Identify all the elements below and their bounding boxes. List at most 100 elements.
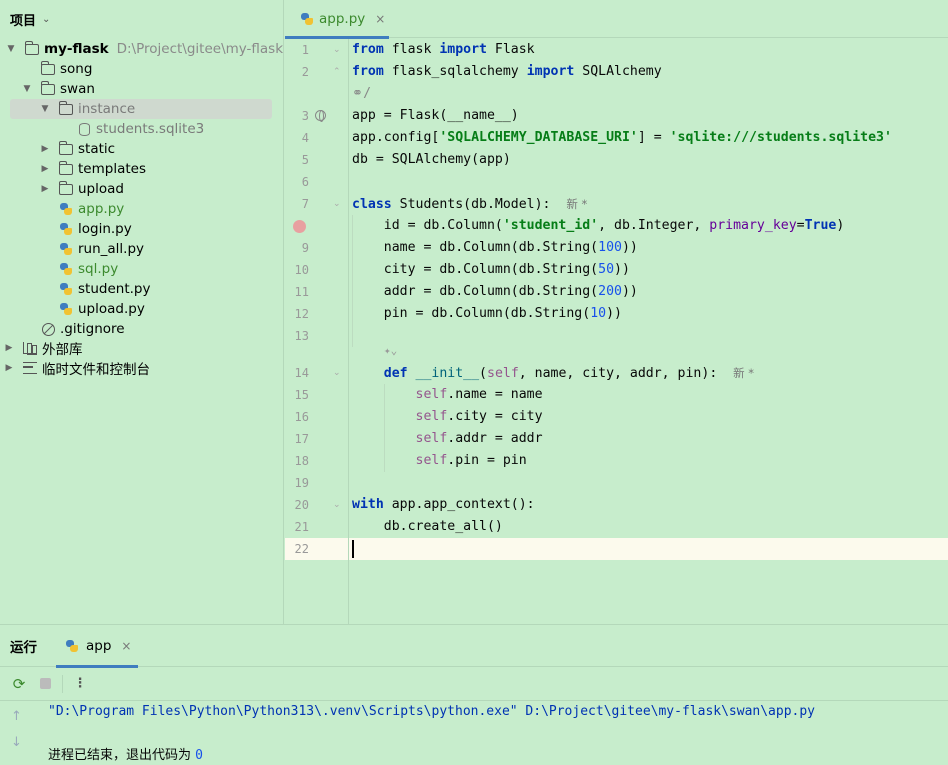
line-number: 4 [301, 131, 309, 145]
tree-item-label: templates [78, 161, 146, 177]
project-panel-header[interactable]: 项目 ⌄ [0, 0, 283, 38]
line-number: 18 [294, 454, 309, 468]
tree-item-song[interactable]: song [40, 59, 284, 79]
code-area[interactable]: from flask import Flask from flask_sqlal… [350, 39, 948, 624]
project-path: D:\Project\gitee\my-flask [116, 41, 284, 57]
python-file-icon [299, 11, 315, 27]
tree-item-label: app.py [78, 201, 125, 217]
fold-marker-icon[interactable]: ⌄ [333, 494, 341, 516]
folder-icon [58, 160, 74, 177]
tree-item-label: 外部库 [42, 342, 83, 358]
tree-item-scratches[interactable]: ▶ 临时文件和控制台 [4, 358, 284, 378]
project-panel-title: 项目 [10, 13, 37, 29]
code-line-16: self.city = city [352, 409, 543, 424]
expand-arrow-icon[interactable]: ▶ [4, 363, 14, 373]
code-line-11: addr = db.Column(db.String(200)) [352, 284, 638, 299]
tree-item-instance[interactable]: ▼ instance [10, 99, 272, 119]
tree-item-label: run_all.py [78, 241, 145, 257]
line-number: 10 [294, 263, 309, 277]
code-line-17: self.addr = addr [352, 431, 543, 446]
code-line-3: app = Flask(__name__) [352, 108, 519, 123]
line-number: 12 [294, 307, 309, 321]
code-line-10: city = db.Column(db.String(50)) [352, 262, 630, 277]
tree-item-label: students.sqlite3 [96, 121, 205, 137]
chevron-down-icon[interactable]: ⌄ [42, 14, 50, 25]
fold-marker-icon[interactable]: ⌃ [333, 61, 341, 83]
tree-item-run-all-py[interactable]: run_all.py [58, 239, 284, 259]
line-number: 3 [301, 109, 309, 123]
python-file-icon [58, 261, 74, 277]
code-line-20: with app.app_context(): [352, 497, 535, 512]
stop-icon[interactable] [36, 675, 54, 693]
web-route-icon[interactable] [315, 110, 326, 122]
expand-arrow-icon[interactable]: ▶ [40, 164, 50, 174]
ignored-file-icon [40, 321, 56, 337]
tree-item-upload[interactable]: ▶ upload [40, 179, 284, 199]
code-line-7: class Students(db.Model): 新 * [352, 197, 588, 212]
tree-item-label: upload [78, 181, 124, 197]
close-icon[interactable]: × [375, 12, 385, 26]
python-file-icon [58, 281, 74, 297]
tree-item-templates[interactable]: ▶ templates [40, 159, 284, 179]
code-line-5: db = SQLAlchemy(app) [352, 152, 511, 167]
line-number: 21 [294, 520, 309, 534]
database-icon [76, 121, 92, 137]
expand-arrow-icon[interactable]: ▶ [4, 343, 14, 353]
tree-item-app-py[interactable]: app.py [58, 199, 284, 219]
scroll-up-icon[interactable]: ↑ [11, 709, 22, 724]
python-file-icon [58, 221, 74, 237]
tree-item-student-py[interactable]: student.py [58, 279, 284, 299]
inlay-author-hint[interactable]: 新 * [566, 197, 587, 211]
tree-item-label: instance [78, 101, 136, 117]
breakpoint-icon[interactable] [293, 220, 306, 233]
tree-item-swan[interactable]: ▼ swan [22, 79, 284, 99]
tree-item-external-libraries[interactable]: ▶ 外部库 [4, 338, 284, 358]
tree-item-sql-py[interactable]: sql.py [58, 259, 284, 279]
run-tab-app[interactable]: app × [56, 625, 138, 668]
tree-item-label: 临时文件和控制台 [42, 362, 150, 378]
editor-gutter: 1 2 3 4 5 6 7 9 10 11 12 13 14 15 16 17 … [285, 39, 349, 624]
expand-arrow-icon[interactable]: ▼ [40, 104, 50, 114]
tree-item-login-py[interactable]: login.py [58, 219, 284, 239]
code-line-4: app.config['SQLALCHEMY_DATABASE_URI'] = … [352, 130, 892, 145]
line-number: 11 [294, 285, 309, 299]
tree-item-my-flask[interactable]: ▼ my-flask D:\Project\gitee\my-flask [6, 39, 290, 59]
tree-item-students-sqlite3[interactable]: students.sqlite3 [76, 119, 284, 139]
line-number: 2 [301, 65, 309, 79]
line-number: 20 [294, 498, 309, 512]
scroll-down-icon[interactable]: ↓ [11, 735, 22, 750]
close-icon[interactable]: × [121, 639, 131, 653]
fold-marker-icon[interactable]: ⌄ [333, 362, 341, 384]
code-line-8: id = db.Column('student_id', db.Integer,… [352, 218, 845, 233]
code-vision-hint[interactable]: ⚭/ [352, 83, 371, 105]
fold-marker-icon[interactable]: ⌄ [333, 39, 341, 61]
expand-arrow-icon[interactable]: ▶ [40, 184, 50, 194]
python-file-icon [64, 638, 80, 654]
share-icon: ⚭ [352, 86, 364, 101]
expand-arrow-icon[interactable]: ▼ [22, 84, 32, 94]
folder-icon [40, 80, 56, 97]
expand-arrow-icon[interactable]: ▶ [40, 144, 50, 154]
more-options-icon[interactable]: ⋮ [71, 675, 89, 693]
line-number: 6 [301, 175, 309, 189]
ai-sparkle-icon[interactable]: ✦⌄ [384, 340, 397, 362]
run-side-toolbar: ↑ ↓ [0, 701, 34, 765]
python-file-icon [58, 301, 74, 317]
tree-item-upload-py[interactable]: upload.py [58, 299, 284, 319]
inlay-author-hint[interactable]: 新 * [733, 366, 754, 380]
line-number: 17 [294, 432, 309, 446]
expand-arrow-icon[interactable]: ▼ [6, 44, 16, 54]
tab-app-py[interactable]: app.py × [285, 0, 389, 39]
tree-item-static[interactable]: ▶ static [40, 139, 284, 159]
code-line-12: pin = db.Column(db.String(10)) [352, 306, 622, 321]
python-file-icon [58, 201, 74, 217]
tree-item-gitignore[interactable]: .gitignore [40, 319, 284, 339]
tree-item-label: upload.py [78, 301, 145, 317]
line-number: 19 [294, 476, 309, 490]
folder-icon [58, 100, 74, 117]
python-file-icon [58, 241, 74, 257]
rerun-icon[interactable]: ⟳ [10, 675, 28, 693]
code-line-2: from flask_sqlalchemy import SQLAlchemy [352, 64, 662, 79]
fold-marker-icon[interactable]: ⌄ [333, 193, 341, 215]
exit-code: 0 [195, 748, 203, 763]
